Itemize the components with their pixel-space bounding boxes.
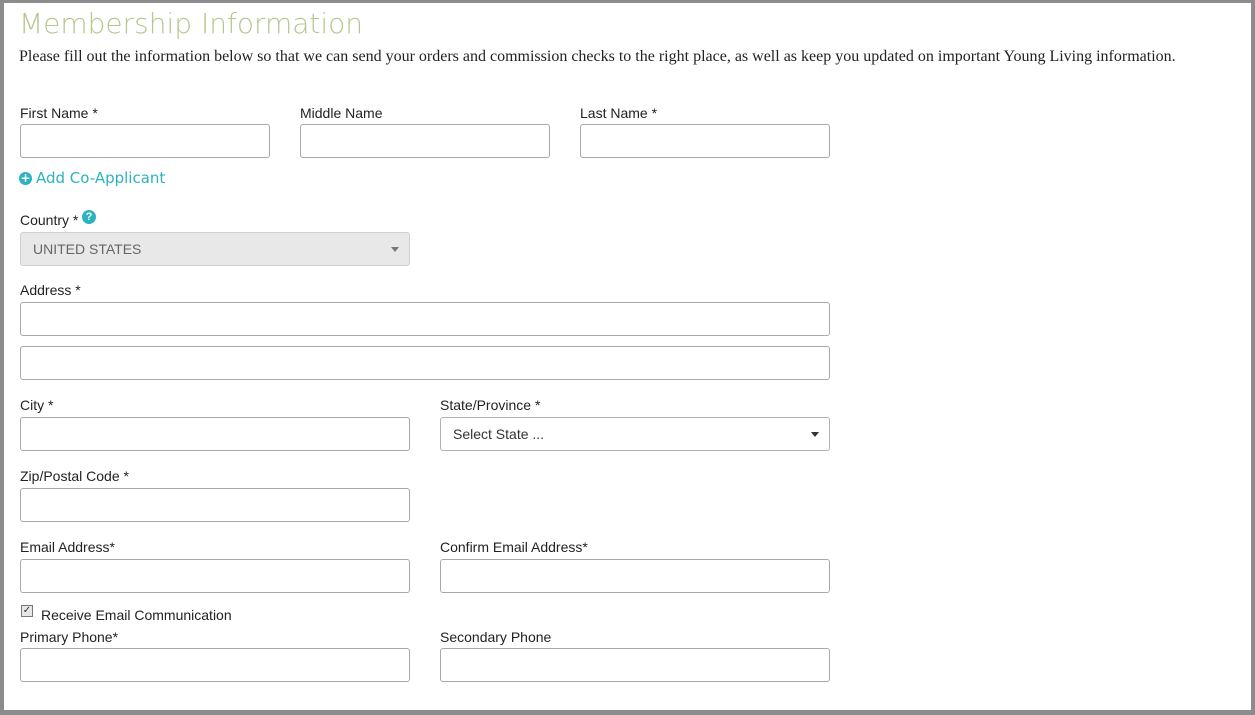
middle-name-input[interactable] (300, 124, 550, 158)
state-label: State/Province * (440, 397, 541, 413)
address-line1-input[interactable] (20, 302, 830, 336)
secondary-phone-label: Secondary Phone (440, 629, 552, 645)
state-value: Select State ... (453, 426, 545, 442)
first-name-label: First Name * (20, 105, 98, 121)
country-value: UNITED STATES (33, 241, 142, 257)
add-co-applicant-label: Add Co-Applicant (36, 169, 166, 187)
intro-text: Please fill out the information below so… (19, 48, 1176, 65)
email-label: Email Address* (20, 539, 115, 555)
middle-name-label: Middle Name (300, 105, 383, 121)
receive-email-checkbox[interactable]: ✓ (21, 605, 33, 617)
caret-down-icon (811, 432, 819, 437)
last-name-label: Last Name * (580, 105, 658, 121)
question-circle-icon[interactable]: ? (82, 210, 96, 224)
email-input[interactable] (20, 559, 410, 593)
country-select[interactable]: UNITED STATES (20, 232, 410, 266)
zip-label: Zip/Postal Code * (20, 468, 129, 484)
first-name-input[interactable] (20, 124, 270, 158)
address-line2-input[interactable] (20, 346, 830, 380)
caret-down-icon (391, 247, 399, 252)
primary-phone-input[interactable] (20, 648, 410, 682)
add-co-applicant-link[interactable]: + Add Co-Applicant (19, 169, 165, 187)
confirm-email-input[interactable] (440, 559, 830, 593)
address-label: Address * (20, 282, 81, 298)
city-label: City * (20, 397, 54, 413)
page-title: Membership Information (19, 7, 364, 40)
city-input[interactable] (20, 417, 410, 451)
plus-circle-icon: + (19, 171, 32, 185)
state-select[interactable]: Select State ... (440, 417, 830, 451)
last-name-input[interactable] (580, 124, 830, 158)
zip-input[interactable] (20, 488, 410, 522)
country-label: Country * (20, 212, 79, 228)
secondary-phone-input[interactable] (440, 648, 830, 682)
confirm-email-label: Confirm Email Address* (440, 539, 588, 555)
primary-phone-label: Primary Phone* (20, 629, 119, 645)
receive-email-label: Receive Email Communication (41, 607, 232, 623)
